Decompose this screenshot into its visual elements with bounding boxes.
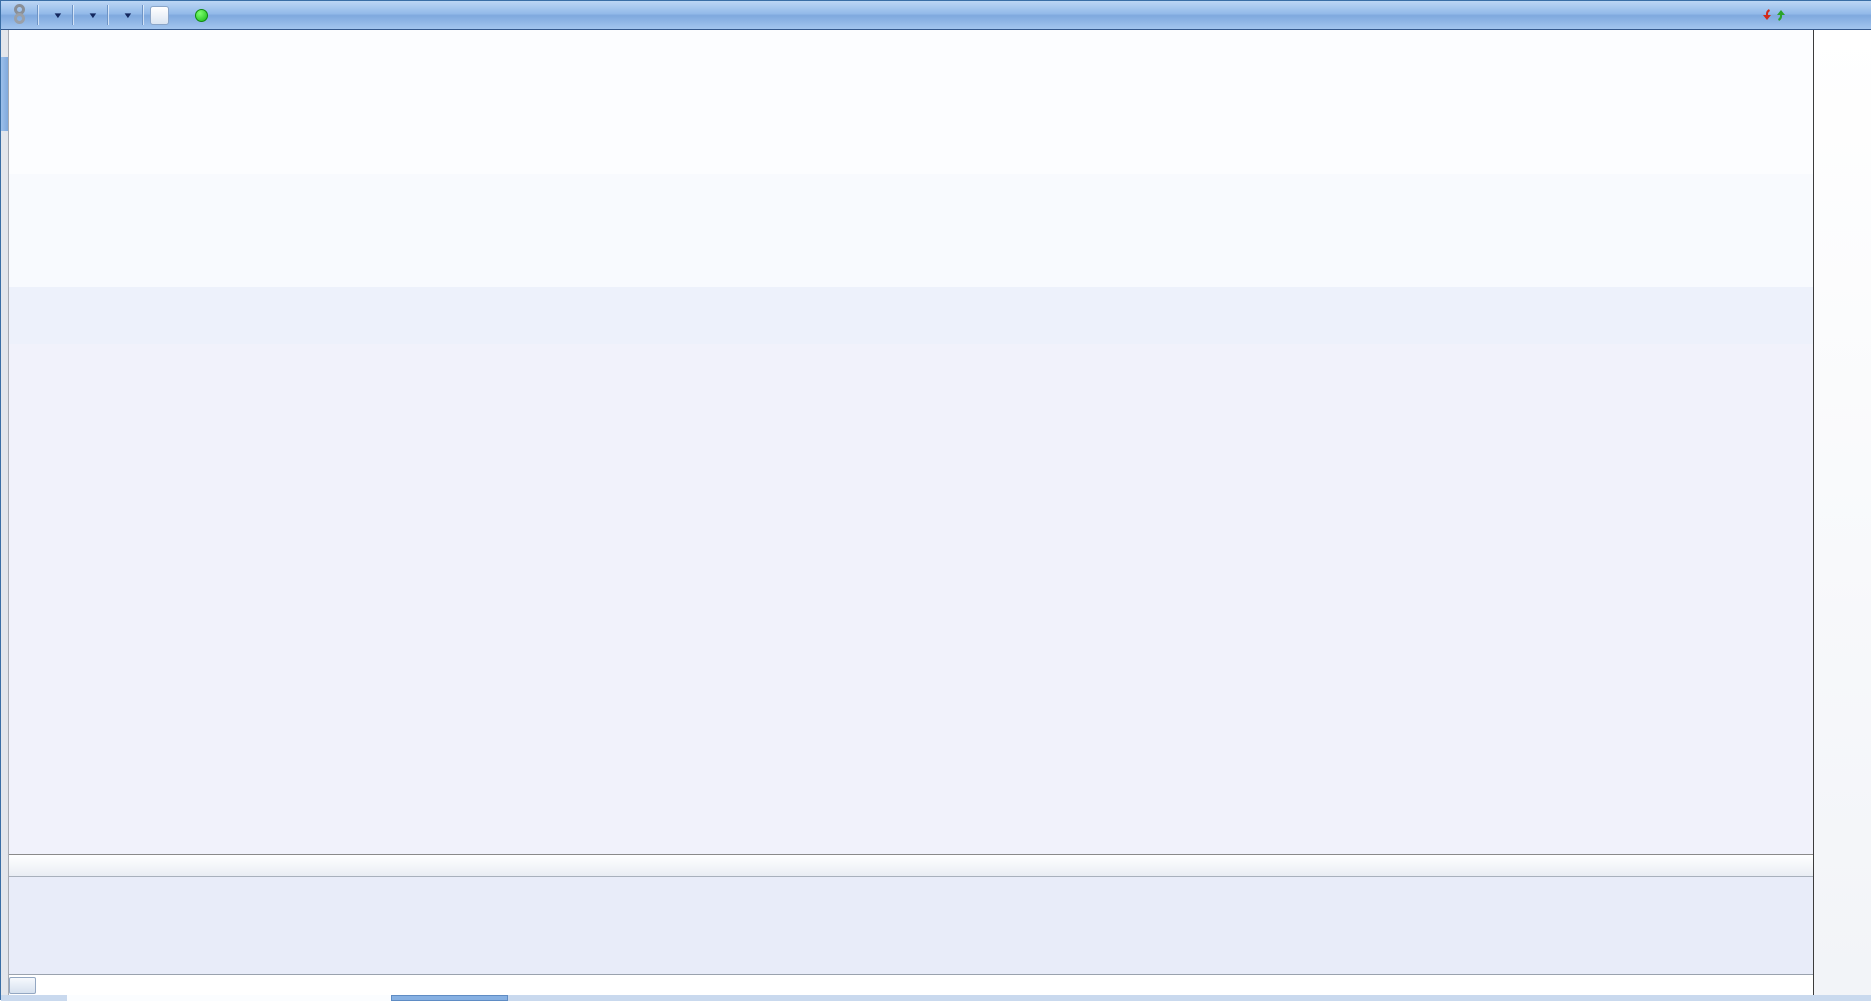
chevron-down-icon: ▼ — [52, 10, 64, 20]
separator — [71, 5, 73, 25]
scroll-back-button[interactable] — [9, 977, 36, 994]
instrument-dropdown[interactable]: ▼ — [45, 11, 65, 20]
scrollbar-viewed-range — [67, 995, 391, 1001]
price-chart-canvas[interactable] — [1, 1, 1871, 1001]
units-dropdown[interactable]: ▼ — [115, 11, 135, 20]
session-open-dot-icon — [194, 8, 208, 22]
chevron-down-icon: ▼ — [87, 10, 99, 20]
separator — [141, 5, 143, 25]
time-axis[interactable] — [9, 974, 1813, 996]
status-bar — [9, 854, 1813, 877]
link-charts-icon[interactable] — [12, 4, 27, 26]
separator — [37, 5, 38, 25]
refresh-icon[interactable] — [1762, 5, 1786, 25]
scrollbar-thumb[interactable] — [391, 995, 508, 1001]
titlebar[interactable]: ▼ ▼ ▼ — [1, 1, 1871, 30]
horizontal-scrollbar[interactable] — [1, 995, 1871, 1001]
price-axis[interactable] — [1813, 29, 1871, 995]
chevron-down-icon: ▼ — [122, 10, 134, 20]
left-scroll-strip[interactable] — [1, 29, 9, 995]
info-icon[interactable] — [149, 5, 169, 25]
vertical-scroll-thumb[interactable] — [1, 57, 8, 131]
separator — [106, 5, 108, 25]
timeframe-dropdown[interactable]: ▼ — [80, 11, 100, 20]
